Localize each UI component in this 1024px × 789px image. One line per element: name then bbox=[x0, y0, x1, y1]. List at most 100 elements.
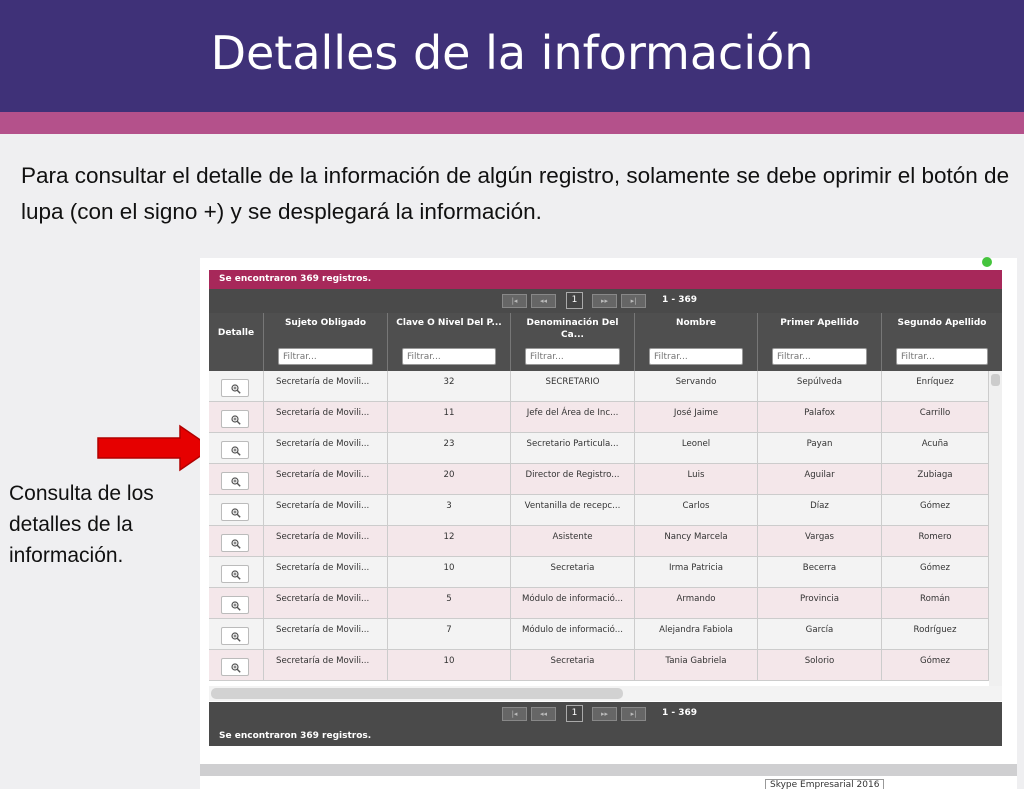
zoom-detail-button[interactable] bbox=[221, 534, 249, 552]
cell-sujeto: Secretaría de Movili... bbox=[264, 557, 388, 588]
cell-sujeto: Secretaría de Movili... bbox=[264, 371, 388, 402]
scroll-thumb[interactable] bbox=[991, 374, 1000, 386]
zoom-detail-button[interactable] bbox=[221, 379, 249, 397]
pager-top: |◂ ◂◂ 1 ▸▸ ▸| 1 - 369 bbox=[209, 289, 1002, 313]
first-page-button[interactable]: |◂ bbox=[502, 707, 527, 721]
magnifier-plus-icon bbox=[231, 570, 241, 580]
accent-strip bbox=[0, 112, 1024, 134]
cell-segundo: Rodríguez bbox=[882, 619, 989, 650]
filter-input-denominacion[interactable] bbox=[525, 348, 620, 365]
cell-sujeto: Secretaría de Movili... bbox=[264, 588, 388, 619]
cell-nombre: Carlos bbox=[635, 495, 758, 526]
filter-input-nombre[interactable] bbox=[649, 348, 743, 365]
vertical-scrollbar[interactable] bbox=[989, 371, 1002, 686]
prev-page-button[interactable]: ◂◂ bbox=[531, 707, 556, 721]
cell-nombre: José Jaime bbox=[635, 402, 758, 433]
cell-segundo: Enríquez bbox=[882, 371, 989, 402]
next-page-button[interactable]: ▸▸ bbox=[592, 707, 617, 721]
cell-denominacion: Secretario Particula... bbox=[511, 433, 635, 464]
column-label: Nombre bbox=[675, 318, 717, 328]
filter-input-primer-apellido[interactable] bbox=[772, 348, 867, 365]
cell-primer: Becerra bbox=[758, 557, 882, 588]
cell-nombre: Armando bbox=[635, 588, 758, 619]
column-header-nombre: Nombre bbox=[635, 313, 758, 371]
cell-primer: Payan bbox=[758, 433, 882, 464]
zoom-detail-button[interactable] bbox=[221, 596, 249, 614]
cell-sujeto: Secretaría de Movili... bbox=[264, 402, 388, 433]
footer-bar bbox=[200, 764, 1017, 776]
zoom-detail-button[interactable] bbox=[221, 658, 249, 676]
column-label: Primer Apellido bbox=[780, 318, 859, 328]
first-page-button[interactable]: |◂ bbox=[502, 294, 527, 308]
magnifier-plus-icon bbox=[231, 539, 241, 549]
table-row: Secretaría de Movili... 32 SECRETARIO Serva… bbox=[209, 371, 989, 402]
next-page-button[interactable]: ▸▸ bbox=[592, 294, 617, 308]
column-header-primer-apellido: Primer Apellido bbox=[758, 313, 882, 371]
table-row: Secretaría de Movili... 20 Director de Reg… bbox=[209, 464, 989, 495]
cell-primer: Sepúlveda bbox=[758, 371, 882, 402]
cell-segundo: Gómez bbox=[882, 495, 989, 526]
cell-segundo: Román bbox=[882, 588, 989, 619]
page-range: 1 - 369 bbox=[662, 708, 698, 718]
column-label: Detalle bbox=[217, 328, 255, 338]
column-header-detalle: Detalle bbox=[209, 313, 264, 371]
magnifier-plus-icon bbox=[231, 632, 241, 642]
cell-sujeto: Secretaría de Movili... bbox=[264, 619, 388, 650]
cell-denominacion: Secretaria bbox=[511, 557, 635, 588]
cell-denominacion: Jefe del Área de Inc... bbox=[511, 402, 635, 433]
detail-cell bbox=[209, 650, 264, 681]
detail-cell bbox=[209, 557, 264, 588]
magnifier-plus-icon bbox=[231, 601, 241, 611]
filter-input-sujeto[interactable] bbox=[278, 348, 373, 365]
slide: Detalles de la información Para consulta… bbox=[0, 0, 1024, 789]
cell-sujeto: Secretaría de Movili... bbox=[264, 650, 388, 681]
detail-cell bbox=[209, 371, 264, 402]
status-dot-icon bbox=[982, 257, 992, 267]
table-row: Secretaría de Movili... 23 Secretario Part… bbox=[209, 433, 989, 464]
column-label: Denominación Del Ca... bbox=[526, 318, 619, 340]
page-number-button[interactable]: 1 bbox=[566, 292, 583, 309]
cell-sujeto: Secretaría de Movili... bbox=[264, 495, 388, 526]
cell-clave: 20 bbox=[388, 464, 511, 495]
cell-denominacion: SECRETARIO bbox=[511, 371, 635, 402]
magnifier-plus-icon bbox=[231, 477, 241, 487]
column-label: Clave O Nivel Del P... bbox=[396, 318, 502, 328]
horizontal-scrollbar[interactable] bbox=[209, 686, 1002, 701]
cell-denominacion: Ventanilla de recepc... bbox=[511, 495, 635, 526]
filter-input-clave[interactable] bbox=[402, 348, 496, 365]
zoom-detail-button[interactable] bbox=[221, 627, 249, 645]
column-header-sujeto: Sujeto Obligado bbox=[264, 313, 388, 371]
pager-bottom: |◂ ◂◂ 1 ▸▸ ▸| 1 - 369 bbox=[209, 702, 1002, 726]
table-row: Secretaría de Movili... 3 Ventanilla de re… bbox=[209, 495, 989, 526]
zoom-detail-button[interactable] bbox=[221, 472, 249, 490]
table-row: Secretaría de Movili... 11 Jefe del Área d… bbox=[209, 402, 989, 433]
column-header-segundo-apellido: Segundo Apellido bbox=[882, 313, 1002, 371]
last-page-button[interactable]: ▸| bbox=[621, 294, 646, 308]
detail-cell bbox=[209, 464, 264, 495]
cell-sujeto: Secretaría de Movili... bbox=[264, 433, 388, 464]
cell-clave: 10 bbox=[388, 650, 511, 681]
table-body: Secretaría de Movili... 32 SECRETARIO Serva… bbox=[209, 371, 989, 686]
scroll-thumb[interactable] bbox=[211, 688, 623, 699]
table-row: Secretaría de Movili... 10 Secretaria Irma … bbox=[209, 557, 989, 588]
prev-page-button[interactable]: ◂◂ bbox=[531, 294, 556, 308]
last-page-button[interactable]: ▸| bbox=[621, 707, 646, 721]
page-number-button[interactable]: 1 bbox=[566, 705, 583, 722]
zoom-detail-button[interactable] bbox=[221, 565, 249, 583]
filter-input-segundo-apellido[interactable] bbox=[896, 348, 988, 365]
cell-denominacion: Secretaria bbox=[511, 650, 635, 681]
cell-clave: 7 bbox=[388, 619, 511, 650]
red-arrow-icon bbox=[97, 424, 214, 472]
zoom-detail-button[interactable] bbox=[221, 503, 249, 521]
zoom-detail-button[interactable] bbox=[221, 441, 249, 459]
table-row: Secretaría de Movili... 7 Módulo de inform… bbox=[209, 619, 989, 650]
cell-clave: 3 bbox=[388, 495, 511, 526]
magnifier-plus-icon bbox=[231, 384, 241, 394]
side-note: Consulta de los detalles de la informaci… bbox=[9, 482, 154, 567]
cell-primer: Provincia bbox=[758, 588, 882, 619]
cell-primer: García bbox=[758, 619, 882, 650]
cell-clave: 32 bbox=[388, 371, 511, 402]
table-row: Secretaría de Movili... 5 Módulo de inform… bbox=[209, 588, 989, 619]
zoom-detail-button[interactable] bbox=[221, 410, 249, 428]
cell-nombre: Servando bbox=[635, 371, 758, 402]
